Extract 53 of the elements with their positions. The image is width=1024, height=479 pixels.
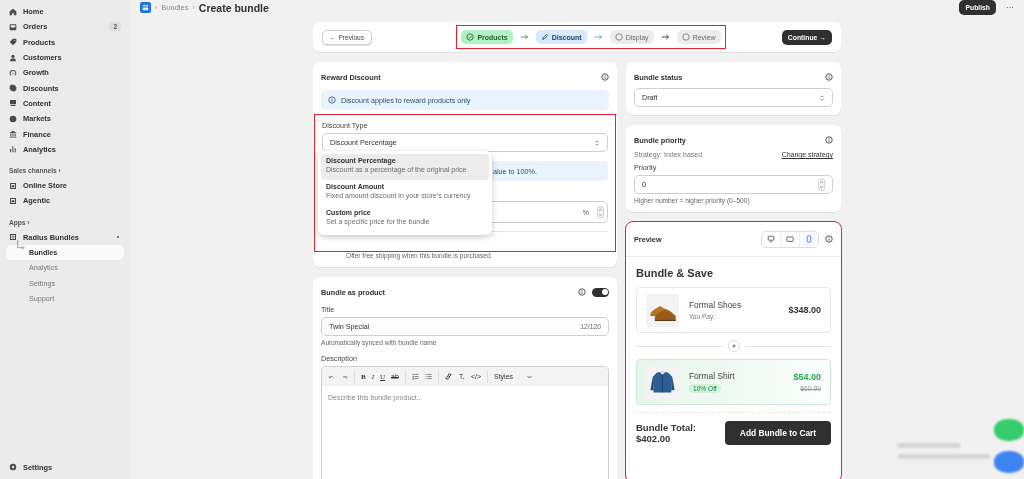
tablet-icon xyxy=(786,235,794,243)
product-price: $348.00 xyxy=(788,305,821,315)
app-icon xyxy=(9,233,17,242)
inbox-icon xyxy=(9,22,17,31)
check-circle-icon xyxy=(466,33,475,41)
info-icon[interactable] xyxy=(825,235,833,243)
home-icon xyxy=(9,7,17,16)
toggle-switch[interactable] xyxy=(592,287,609,297)
chevron-up-down-icon xyxy=(819,93,825,102)
mobile-icon xyxy=(805,235,813,243)
device-toggle[interactable] xyxy=(799,231,818,247)
bar-chart-icon xyxy=(9,145,17,154)
info-icon[interactable] xyxy=(825,136,833,144)
info-icon xyxy=(328,96,336,104)
circle-icon xyxy=(614,33,623,41)
settings-icon xyxy=(9,463,17,472)
product-name: Formal Shirt xyxy=(689,371,735,381)
bundle-heading: Bundle & Save xyxy=(636,267,715,279)
blurred-icon xyxy=(994,419,1024,441)
branch-icon xyxy=(16,238,26,253)
caret-icon xyxy=(527,374,533,379)
arrow-right-icon xyxy=(519,34,529,40)
numbered-list-icon[interactable] xyxy=(411,373,419,380)
bank-icon xyxy=(9,130,17,138)
app-logo-icon xyxy=(140,2,151,13)
redo-icon[interactable] xyxy=(341,373,348,380)
add-to-cart-button[interactable]: Add Bundle to Cart xyxy=(725,421,831,445)
spinner-icon xyxy=(818,178,825,191)
chevron-up-down-icon xyxy=(594,138,600,147)
info-icon[interactable] xyxy=(578,288,586,296)
product-price: $54.00 xyxy=(793,372,821,382)
blurred-text xyxy=(898,443,960,448)
page-title: Create bundle xyxy=(198,1,269,14)
bullet-list-icon[interactable] xyxy=(424,373,432,380)
total-price: $402.00 xyxy=(636,433,672,445)
total-label: Bundle Total: xyxy=(636,421,696,433)
arrow-right-icon xyxy=(593,34,603,40)
spinner-icon xyxy=(597,205,604,219)
arrow-right-icon xyxy=(660,34,670,40)
gauge-icon xyxy=(9,68,17,77)
clear-format-icon[interactable] xyxy=(457,373,465,380)
pencil-icon xyxy=(540,33,549,41)
undo-icon[interactable] xyxy=(328,373,335,380)
product-name: Formal Shoes xyxy=(689,300,742,310)
person-icon xyxy=(9,53,17,62)
circle-icon xyxy=(681,33,690,41)
tag-icon xyxy=(9,38,17,47)
link-icon[interactable] xyxy=(444,373,452,380)
desktop-icon xyxy=(767,235,775,243)
more-button[interactable]: ··· xyxy=(1004,3,1016,12)
blurred-icon xyxy=(994,451,1024,473)
info-icon[interactable] xyxy=(601,73,609,81)
info-icon[interactable] xyxy=(825,73,833,81)
